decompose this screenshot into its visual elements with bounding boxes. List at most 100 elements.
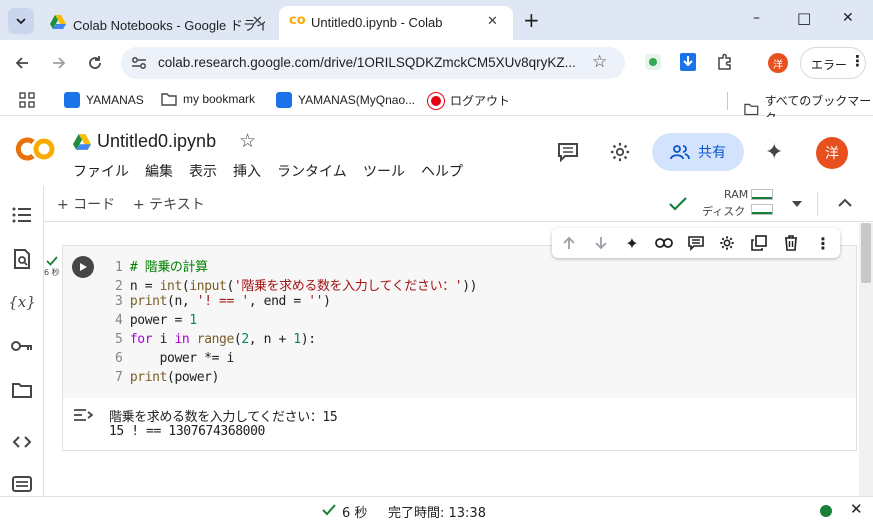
download-icon[interactable] <box>680 53 696 71</box>
disk-usage-bar[interactable] <box>751 204 773 215</box>
more-vert-icon[interactable]: ⋮ <box>812 232 834 254</box>
colab-header: Untitled0.ipynb ☆ ファイル 編集 表示 挿入 ランタイム ツー… <box>0 117 873 185</box>
settings-gear-icon[interactable] <box>609 141 631 163</box>
tab-title: Colab Notebooks - Google ドライ <box>73 18 265 33</box>
code-text: for i in range(2, n + 1): <box>129 332 316 347</box>
tab-colab-notebooks[interactable]: Colab Notebooks - Google ドライ ✕ <box>40 6 272 40</box>
variables-icon[interactable]: {x} <box>8 290 36 314</box>
add-text-button[interactable]: + テキスト <box>133 194 205 214</box>
status-check-icon <box>322 504 336 516</box>
reload-icon[interactable] <box>87 55 103 71</box>
notebook-title[interactable]: Untitled0.ipynb <box>97 131 216 152</box>
mirror-cell-icon[interactable] <box>748 232 770 254</box>
code-cell[interactable]: 1 # 階乗の計算 2 n = int(input('階乗を求める数を入力してく… <box>62 245 857 451</box>
line-number: 3 <box>115 294 123 309</box>
connection-status-dot <box>820 505 832 517</box>
code-text: power = 1 <box>129 313 197 328</box>
line-number: 2 <box>115 279 123 294</box>
bookmark-yamanas-myqnao[interactable]: YAMANAS(MyQnao... <box>276 92 415 108</box>
bookmark-label: my bookmark <box>183 92 256 106</box>
menu-tools[interactable]: ツール <box>363 161 405 181</box>
close-tab-icon[interactable]: ✕ <box>252 14 263 29</box>
output-actions-icon[interactable] <box>73 408 93 422</box>
code-snippets-icon[interactable] <box>10 430 34 454</box>
tab-title: Untitled0.ipynb - Colab <box>311 15 443 30</box>
star-icon[interactable]: ☆ <box>239 130 256 152</box>
menu-file[interactable]: ファイル <box>73 161 129 181</box>
menu-help[interactable]: ヘルプ <box>421 161 463 181</box>
people-icon <box>670 145 690 160</box>
ram-usage-bar[interactable] <box>751 189 773 200</box>
share-label: 共有 <box>698 145 726 161</box>
menu-runtime[interactable]: ランタイム <box>277 161 347 181</box>
cell-gutter <box>63 246 103 398</box>
maximize-button[interactable]: □ <box>797 9 811 27</box>
address-bar[interactable]: colab.research.google.com/drive/1ORILSQD… <box>121 47 625 79</box>
terminal-icon[interactable] <box>10 472 34 496</box>
gemini-sparkle-icon[interactable]: ✦ <box>765 140 783 165</box>
bookmark-label: ログアウト <box>450 94 511 108</box>
error-button[interactable]: エラー ⋮ <box>800 47 866 79</box>
code-text: # 階乗の計算 <box>129 260 208 275</box>
bookmark-site-icon <box>276 92 292 108</box>
bookmark-label: YAMANAS <box>86 93 144 107</box>
files-folder-icon[interactable] <box>10 378 34 402</box>
cell-run-duration: 6 秒 <box>44 268 60 277</box>
cell-toolbar: ✦ ⋮ <box>552 228 840 258</box>
gemini-sparkle-icon[interactable]: ✦ <box>621 232 643 254</box>
minimize-button[interactable]: – <box>753 10 760 26</box>
share-button[interactable]: 共有 <box>652 133 744 171</box>
delete-trash-icon[interactable] <box>780 232 802 254</box>
find-replace-icon[interactable] <box>10 247 34 271</box>
tab-untitled0[interactable]: co Untitled0.ipynb - Colab ✕ <box>279 6 513 40</box>
colab-logo[interactable] <box>14 134 58 164</box>
extension-icon[interactable] <box>645 54 661 70</box>
bookmarks-bar: YAMANAS my bookmark YAMANAS(MyQnao... ログ… <box>0 86 873 125</box>
new-tab-button[interactable]: + <box>523 8 540 32</box>
mufg-icon <box>428 92 444 109</box>
apps-grid-icon[interactable] <box>19 92 35 108</box>
code-line: 4 power = 1 <box>115 313 197 332</box>
collapse-chevron-up-icon[interactable] <box>838 198 852 208</box>
bookmark-yamanas[interactable]: YAMANAS <box>64 92 144 108</box>
user-avatar[interactable]: 洋 <box>816 137 848 169</box>
play-icon <box>80 263 87 271</box>
menu-edit[interactable]: 編集 <box>145 161 173 181</box>
back-arrow-icon[interactable] <box>14 55 30 71</box>
settings-gear-icon[interactable] <box>716 232 738 254</box>
notebook-toolbar: + コード + テキスト RAM ディスク <box>44 186 873 222</box>
status-elapsed: 6 秒 <box>342 506 368 521</box>
bookmark-my-bookmark[interactable]: my bookmark <box>161 92 255 106</box>
link-icon[interactable] <box>653 232 675 254</box>
tab-list-button[interactable] <box>8 8 34 34</box>
comment-icon[interactable] <box>557 142 579 162</box>
add-code-button[interactable]: + コード <box>57 194 115 214</box>
code-editor[interactable]: 1 # 階乗の計算 2 n = int(input('階乗を求める数を入力してく… <box>103 246 856 398</box>
menu-insert[interactable]: 挿入 <box>233 161 261 181</box>
browser-tab-strip: Colab Notebooks - Google ドライ ✕ co Untitl… <box>0 0 873 40</box>
caret-down-icon[interactable] <box>791 200 803 208</box>
site-info-icon[interactable] <box>131 56 147 70</box>
secrets-key-icon[interactable] <box>10 334 34 358</box>
code-text: power *= i <box>159 351 235 366</box>
scrollbar-thumb[interactable] <box>861 223 871 283</box>
move-cell-down-icon[interactable] <box>590 232 612 254</box>
close-status-icon[interactable]: ✕ <box>850 500 863 518</box>
table-of-contents-icon[interactable] <box>10 203 34 227</box>
ram-label: RAM <box>724 188 749 201</box>
menu-view[interactable]: 表示 <box>189 161 217 181</box>
colab-favicon-icon: co <box>289 13 306 28</box>
close-tab-icon[interactable]: ✕ <box>487 14 498 29</box>
scrollbar[interactable] <box>859 223 873 496</box>
star-icon[interactable]: ☆ <box>592 52 607 72</box>
forward-arrow-icon[interactable] <box>51 55 67 71</box>
bookmark-logout[interactable]: ログアウト <box>428 92 510 109</box>
profile-avatar[interactable]: 洋 <box>768 53 788 73</box>
close-window-button[interactable]: ✕ <box>842 10 854 26</box>
comment-icon[interactable] <box>685 232 707 254</box>
move-cell-up-icon[interactable] <box>558 232 580 254</box>
browser-toolbar: colab.research.google.com/drive/1ORILSQD… <box>0 40 873 86</box>
run-cell-button[interactable] <box>72 256 94 278</box>
extensions-puzzle-icon[interactable] <box>716 53 733 70</box>
google-drive-icon[interactable] <box>73 134 91 150</box>
